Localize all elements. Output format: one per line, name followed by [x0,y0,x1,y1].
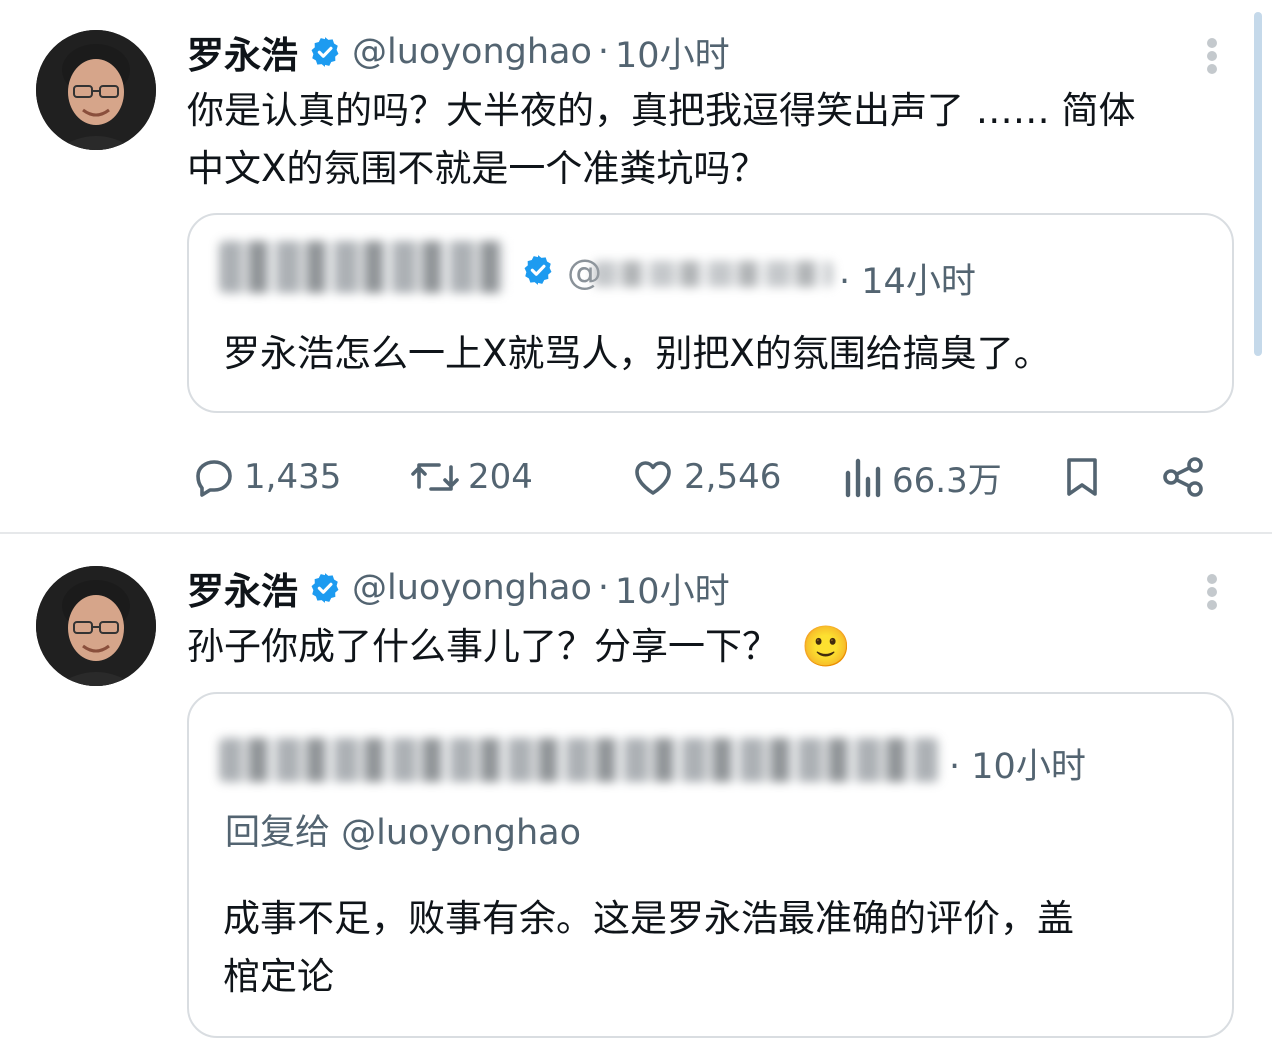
timestamp[interactable]: 10小时 [615,563,730,614]
blurred-author-and-handle [219,738,939,782]
retweet-count: 204 [468,457,533,497]
view-count: 66.3万 [892,460,1002,501]
separator-dot: · [839,262,851,302]
heart-icon [635,461,671,495]
tweet-text: 孙子你成了什么事儿了？分享一下？ 🙂 [187,618,1247,676]
separator-dot: · [949,747,961,787]
blurred-handle [593,261,833,287]
verified-badge-icon [521,253,555,291]
retweet-arrows-icon [411,463,459,491]
like-button[interactable]: 2,546 [628,448,781,506]
quoted-time: 14小时 [861,262,976,302]
share-icon [1163,457,1203,497]
quoted-text: 成事不足，败事有余。这是罗永浩最准确的评价，盖 棺定论 [223,890,1213,1006]
quoted-text-line: 棺定论 [223,955,334,998]
tweet-2[interactable]: 罗永浩 @luoyonghao · 10小时 孙子你成了什么事儿了？分享一下？ … [0,534,1272,1054]
tweet-header: 罗永浩 @luoyonghao · 10小时 [187,566,730,613]
like-count: 2,546 [684,457,782,497]
author-handle[interactable]: @luoyonghao [352,568,592,608]
tweet-header: 罗永浩 @luoyonghao · 10小时 [187,30,730,77]
more-dots-icon[interactable] [1200,34,1224,78]
action-bar: 1,435 204 2,546 66.3万 [0,448,1272,506]
verified-badge-icon [308,571,342,605]
tweet-text-line: 你是认真的吗？大半夜的，真把我逗得笑出声了 …… 简体 [187,89,1136,132]
reply-count: 1,435 [244,457,342,497]
quoted-text: 罗永浩怎么一上X就骂人，别把X的氛围给搞臭了。 [223,332,1051,375]
more-dots-icon[interactable] [1200,570,1224,614]
quoted-tweet[interactable]: · 10小时 回复给 @luoyonghao 成事不足，败事有余。这是罗永浩最准… [187,692,1234,1038]
verified-badge-icon [308,35,342,69]
bookmark-button[interactable] [1058,448,1106,506]
separator-dot: · [597,32,610,72]
tweet-text: 你是认真的吗？大半夜的，真把我逗得笑出声了 …… 简体 中文X的氛围不就是一个准… [187,82,1247,198]
author-handle[interactable]: @luoyonghao [352,32,592,72]
smiley-emoji-icon: 🙂 [801,624,851,670]
bar-chart-icon [845,458,881,498]
quoted-timestamp: · 10小时 [949,738,1086,789]
author-name[interactable]: 罗永浩 [187,561,298,615]
reply-button[interactable]: 1,435 [190,448,341,506]
avatar[interactable] [36,566,156,686]
author-name[interactable]: 罗永浩 [187,25,298,79]
timestamp[interactable]: 10小时 [615,27,730,78]
avatar[interactable] [36,30,156,150]
separator-dot: · [597,568,610,608]
retweet-button[interactable]: 204 [408,448,533,506]
quoted-time: 10小时 [971,747,1086,787]
quoted-tweet[interactable]: @ · 14小时 罗永浩怎么一上X就骂人，别把X的氛围给搞臭了。 [187,213,1234,413]
tweet-1[interactable]: 罗永浩 @luoyonghao · 10小时 你是认真的吗？大半夜的，真把我逗得… [0,0,1272,532]
share-button[interactable] [1158,448,1208,506]
reply-to-label[interactable]: 回复给 @luoyonghao [225,804,581,855]
views-button[interactable]: 66.3万 [842,448,1002,506]
quoted-timestamp: · 14小时 [839,253,976,304]
tweet-text-line: 中文X的氛围不就是一个准粪坑吗？ [187,147,768,190]
comment-bubble-icon [196,460,232,497]
quoted-text-line: 成事不足，败事有余。这是罗永浩最准确的评价，盖 [223,897,1074,940]
bookmark-icon [1067,458,1097,496]
blurred-avatar-and-name [219,241,505,293]
tweet-text-line: 孙子你成了什么事儿了？分享一下？ [187,625,779,668]
